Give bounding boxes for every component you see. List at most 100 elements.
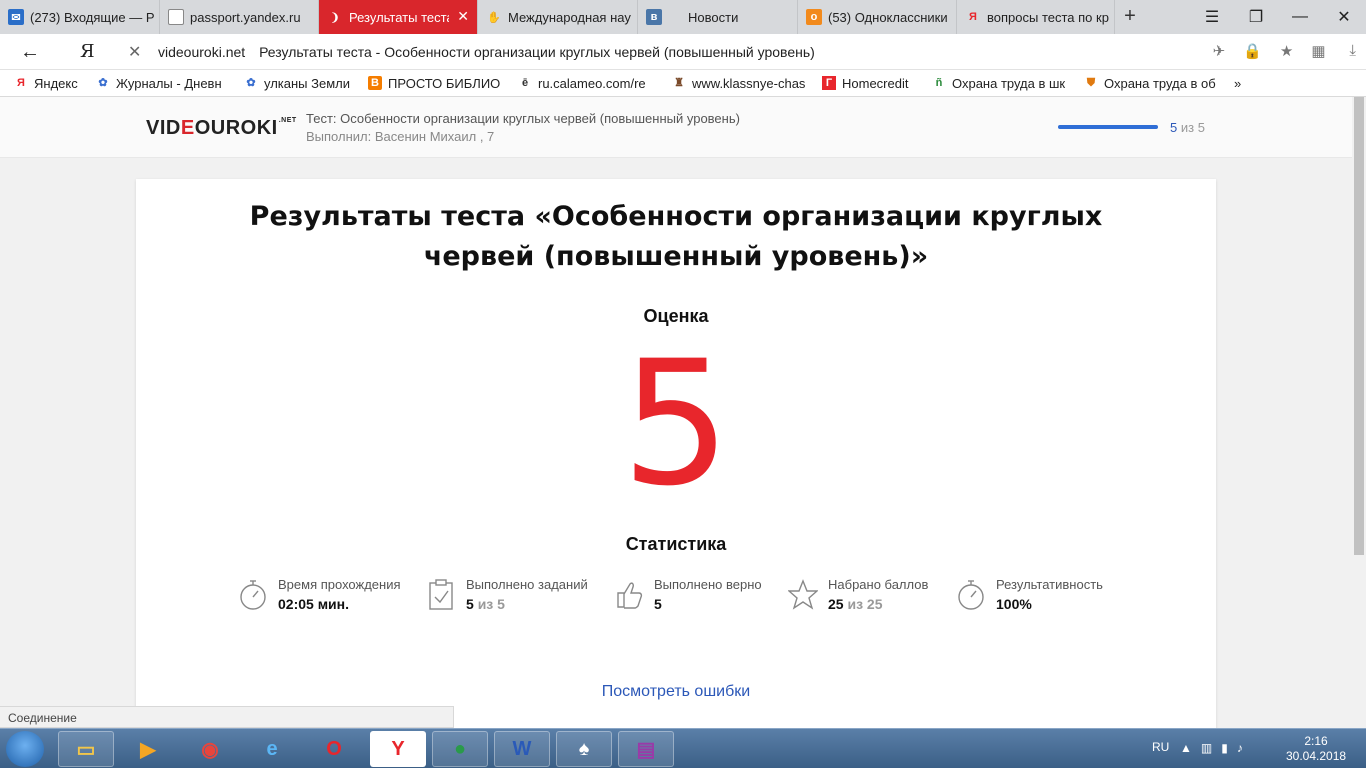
solitaire-button[interactable]: ♠ xyxy=(556,731,612,767)
bookmark-item[interactable]: ē ru.calameo.com/re xyxy=(518,76,658,91)
bookmark-label: ru.calameo.com/re xyxy=(538,75,646,91)
stat-number: 25 xyxy=(828,596,844,612)
stat-value: 02:05 мин. xyxy=(278,596,401,612)
view-mistakes-link[interactable]: Посмотреть ошибки xyxy=(136,683,1216,701)
app-button[interactable]: ● xyxy=(432,731,488,767)
star-icon[interactable]: ★ xyxy=(1280,42,1293,60)
bookmark-label: Охрана труда в об xyxy=(1104,75,1216,91)
stat-efficiency: Результативность 100% xyxy=(956,577,1103,612)
extension-icon[interactable]: ▦ xyxy=(1311,42,1331,60)
tab-label: вопросы теста по кр xyxy=(987,9,1109,25)
stat-value: 100% xyxy=(996,596,1103,612)
close-tab-icon[interactable]: ✕ xyxy=(457,8,469,25)
calameo-icon: ē xyxy=(521,77,529,89)
bookmark-item[interactable]: Я Яндекс xyxy=(14,76,82,91)
scrollbar-thumb[interactable] xyxy=(1354,97,1364,555)
bookmark-item[interactable]: Г Homecredit xyxy=(822,76,918,91)
logo-accent: E xyxy=(180,117,195,139)
stat-value: 25 из 25 xyxy=(828,596,928,612)
tab-results[interactable]: ❩ Результаты теста ✕ xyxy=(319,0,478,34)
bookmark-item[interactable]: ✿ улканы Земли xyxy=(244,76,354,91)
results-card: Результаты теста «Особенности организаци… xyxy=(136,179,1216,728)
url-field[interactable]: videouroki.net Результаты теста - Особен… xyxy=(158,44,815,60)
videouroki-logo[interactable]: VIDEOUROKI.NET xyxy=(146,117,297,140)
yandex-icon: Я xyxy=(969,11,977,23)
bookmark-item[interactable]: ñ Охрана труда в шк xyxy=(932,76,1070,91)
lock-icon[interactable]: 🔒 xyxy=(1243,42,1262,60)
tab-questions[interactable]: Я вопросы теста по кр xyxy=(957,0,1115,34)
winrar-button[interactable]: ▤ xyxy=(618,731,674,767)
url-domain: videouroki.net xyxy=(158,44,246,60)
thumbs-up-icon xyxy=(617,582,643,609)
bookmark-item[interactable]: ♜ www.klassnye-chas xyxy=(672,76,808,91)
tab-mail[interactable]: ✉ (273) Входящие — Р xyxy=(0,0,160,34)
address-bar: ← Я ✕ videouroki.net Результаты теста - … xyxy=(0,34,1366,70)
stat-number: 02:05 мин. xyxy=(278,596,350,612)
close-icon[interactable]: ✕ xyxy=(128,42,141,62)
volume-icon[interactable]: ♪ xyxy=(1237,741,1243,755)
yandex-icon: Я xyxy=(17,77,25,89)
bookmarks-bar: Я Яндекс ✿ Журналы - Дневн ✿ улканы Земл… xyxy=(0,70,1366,97)
word-icon: W xyxy=(512,737,532,760)
tab-ok[interactable]: о (53) Одноклассники xyxy=(798,0,957,34)
logo-suffix: .NET xyxy=(278,117,297,124)
window-controls: ☰ ❐ — ✕ xyxy=(1190,0,1366,34)
bookmark-item[interactable]: ⛊ Охрана труда в об xyxy=(1084,76,1220,91)
bookmark-label: улканы Земли xyxy=(264,75,351,91)
bookmark-label: Охрана труда в шк xyxy=(952,75,1066,91)
page-scrollbar[interactable] xyxy=(1352,97,1366,728)
yandex-button-icon[interactable]: Я xyxy=(80,41,95,62)
download-icon[interactable]: ⤓ xyxy=(1349,42,1356,60)
clock-date: 30.04.2018 xyxy=(1286,749,1347,763)
logo-text: VID xyxy=(146,117,181,139)
new-tab-button[interactable]: + xyxy=(1118,4,1142,28)
cards-icon: ♠ xyxy=(578,737,590,760)
phone-icon: ● xyxy=(453,737,467,760)
restore-icon[interactable]: ❐ xyxy=(1234,7,1278,27)
page-content: VIDEOUROKI.NET Тест: Особенности организ… xyxy=(0,97,1352,728)
folder-icon: ▭ xyxy=(76,738,96,761)
network-icon[interactable]: ▥ xyxy=(1201,741,1212,755)
tab-passport[interactable]: passport.yandex.ru xyxy=(160,0,319,34)
ok-icon: о xyxy=(806,9,822,25)
close-icon[interactable]: ✕ xyxy=(1322,7,1366,27)
back-arrow-icon[interactable]: ← xyxy=(20,41,40,64)
media-player-button[interactable]: ▶ xyxy=(120,731,176,767)
chrome-button[interactable]: ◉ xyxy=(182,731,238,767)
leaf-icon: ñ xyxy=(935,77,943,89)
bookmark-item[interactable]: B ПРОСТО БИБЛИО xyxy=(368,76,504,91)
people-icon: ✿ xyxy=(98,77,108,89)
stat-total: из 25 xyxy=(847,596,883,612)
tray-expand-icon[interactable]: ▲ xyxy=(1180,741,1192,755)
bookmark-label: Homecredit xyxy=(842,75,909,91)
bookmark-item[interactable]: ✿ Журналы - Дневн xyxy=(96,76,230,91)
clock[interactable]: 2:16 30.04.2018 xyxy=(1286,734,1346,764)
chrome-icon: ◉ xyxy=(201,738,219,761)
start-button[interactable] xyxy=(6,731,44,767)
stopwatch-icon xyxy=(958,580,984,610)
tab-label: (273) Входящие — Р xyxy=(30,9,155,25)
tab-international[interactable]: ✋ Международная нау xyxy=(478,0,638,34)
ie-button[interactable]: e xyxy=(244,731,300,767)
signal-icon[interactable]: ▮ xyxy=(1221,741,1228,755)
yandex-browser-button[interactable]: Y xyxy=(370,731,426,767)
tab-strip: ✉ (273) Входящие — Р passport.yandex.ru … xyxy=(0,0,1366,34)
tab-vk[interactable]: в Новости xyxy=(638,0,798,34)
tab-label: Международная нау xyxy=(508,9,631,25)
language-indicator[interactable]: RU xyxy=(1152,740,1169,754)
word-button[interactable]: W xyxy=(494,731,550,767)
bookmarks-more-icon[interactable]: » xyxy=(1234,76,1241,91)
rocket-icon[interactable]: ✈ xyxy=(1213,42,1226,60)
opera-button[interactable]: O xyxy=(306,731,362,767)
mail-icon: ✉ xyxy=(8,9,24,25)
url-page-title: Результаты теста - Особенности организац… xyxy=(259,44,815,60)
explorer-button[interactable]: ▭ xyxy=(58,731,114,767)
shield-icon: ⛊ xyxy=(1086,77,1096,89)
stat-value: 5 из 5 xyxy=(466,596,588,612)
homecredit-icon: Г xyxy=(822,76,836,90)
stat-label: Выполнено верно xyxy=(654,577,762,592)
stat-label: Набрано баллов xyxy=(828,577,929,592)
minimize-icon[interactable]: — xyxy=(1278,8,1322,26)
tab-label: Новости xyxy=(688,9,739,25)
menu-icon[interactable]: ☰ xyxy=(1190,7,1234,27)
